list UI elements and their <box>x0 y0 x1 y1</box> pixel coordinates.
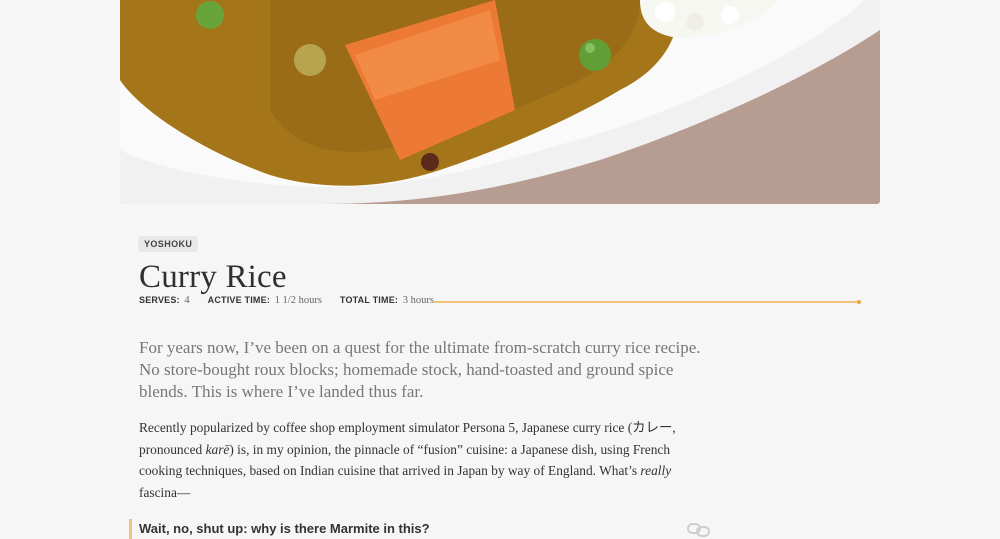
meta-divider-rule <box>434 300 861 304</box>
serves-label: SERVES: <box>139 295 180 305</box>
serves-value: 4 <box>184 295 190 306</box>
intro-text-3: fascina— <box>139 484 191 500</box>
intro-text-karē: karē <box>205 441 230 457</box>
active-time-label: ACTIVE TIME: <box>207 295 271 305</box>
recipe-lede: For years now, I’ve been on a quest for … <box>139 338 701 401</box>
curry-photo <box>120 0 880 204</box>
recipe-intro-paragraph: Recently popularized by coffee shop empl… <box>139 417 679 503</box>
total-time-meta: TOTAL TIME: 3 hours <box>340 295 434 306</box>
intro-text-really: really <box>640 463 672 478</box>
active-time-value: 1 1/2 hours <box>274 295 322 306</box>
recipe-header: YOSHOKU Curry Rice SERVES: 4 ACTIVE TIME… <box>138 234 864 503</box>
category-tag[interactable]: YOSHOKU <box>138 236 199 252</box>
total-time-label: TOTAL TIME: <box>339 295 399 305</box>
marmite-aside[interactable]: Wait, no, shut up: why is there Marmite … <box>129 519 712 539</box>
aside-title[interactable]: Wait, no, shut up: why is there Marmite … <box>139 521 430 536</box>
recipe-title: Curry Rice <box>139 259 287 295</box>
active-time-meta: ACTIVE TIME: 1 1/2 hours <box>208 295 322 306</box>
total-time-value: 3 hours <box>402 295 434 306</box>
recipe-meta: SERVES: 4 ACTIVE TIME: 1 1/2 hours TOTAL… <box>139 295 864 311</box>
serves-meta: SERVES: 4 <box>139 295 190 306</box>
hero-image <box>120 0 880 204</box>
